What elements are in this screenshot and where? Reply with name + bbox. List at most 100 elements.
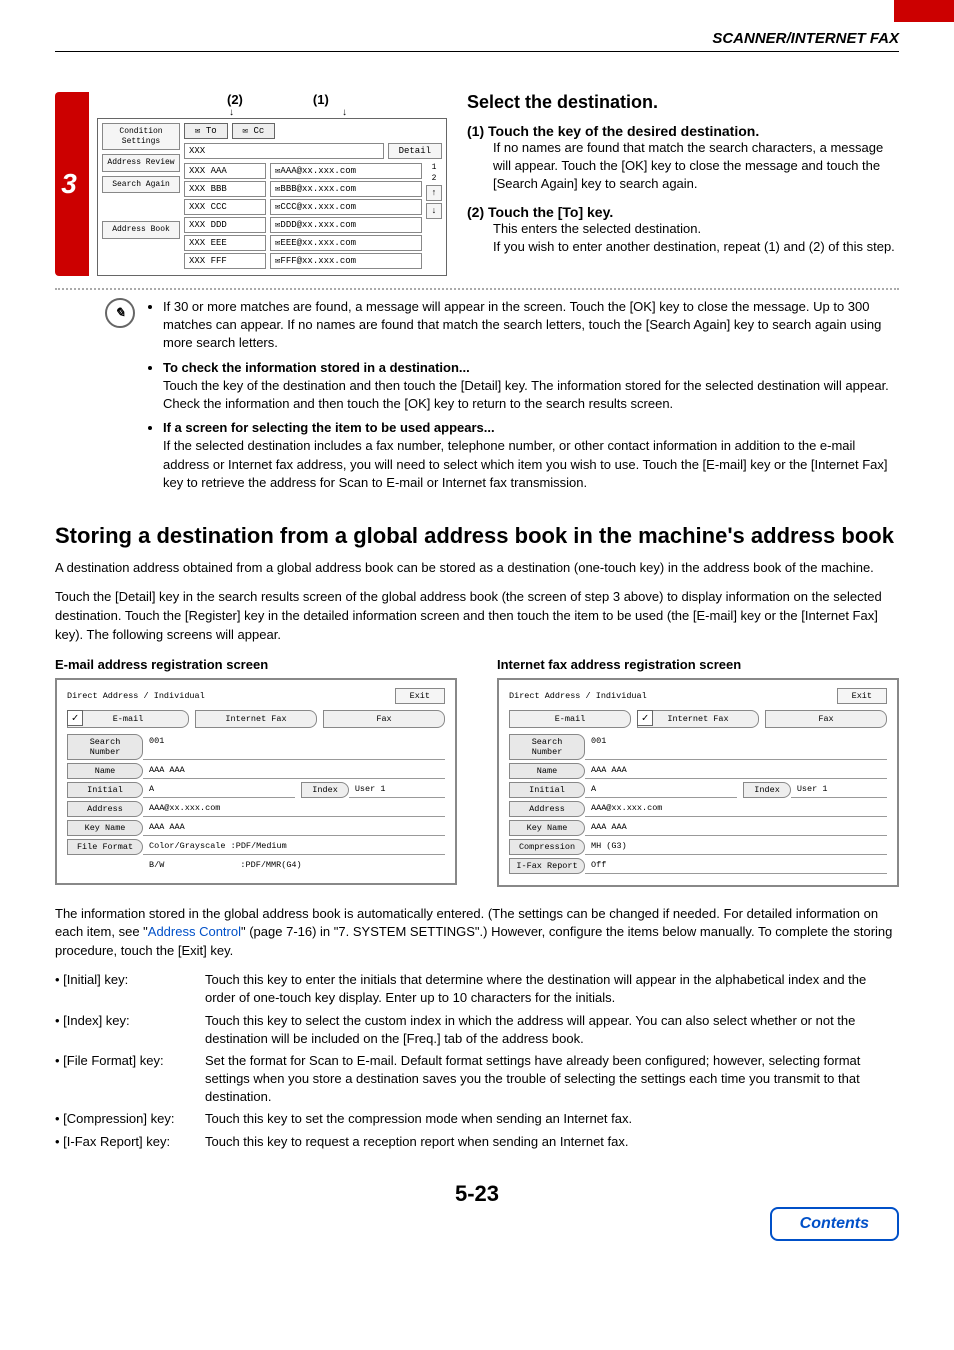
def-value: Touch this key to request a reception re… [205,1133,628,1151]
field-value: AAA AAA [143,820,445,836]
instruction-1-head: (1) Touch the key of the desired destina… [467,123,899,139]
ifax-report-button[interactable]: I-Fax Report [509,858,585,874]
list-item[interactable]: XXX EEE [184,235,266,251]
email-reg-title: E-mail address registration screen [55,657,457,672]
scroll-up-button[interactable]: ↑ [426,185,442,201]
initial-button[interactable]: Initial [67,782,143,798]
list-item[interactable]: XXX CCC [184,199,266,215]
field-value: AAA AAA [143,763,445,779]
def-key: • [Compression] key: [55,1110,205,1128]
index-button[interactable]: Index [743,782,791,798]
address-button[interactable]: Address [509,801,585,817]
ifax-tab[interactable]: ✓Internet Fax [637,710,759,728]
address-button[interactable]: Address [67,801,143,817]
list-item[interactable]: XXX BBB [184,181,266,197]
instruction-2-body2: If you wish to enter another destination… [493,238,899,256]
list-item[interactable]: XXX FFF [184,253,266,269]
field-value: A [143,782,295,798]
def-value: Touch this key to set the compression mo… [205,1110,632,1128]
address-book-button[interactable]: Address Book [102,221,180,239]
field-value: A [585,782,737,798]
exit-button[interactable]: Exit [837,688,887,704]
instruction-2-body1: This enters the selected destination. [493,220,899,238]
field-value: User 1 [791,782,887,798]
page-indicator: 1 [426,163,442,172]
callout-2: (2) [227,92,243,107]
search-number-button[interactable]: Search Number [67,734,143,760]
check-icon: ✓ [637,710,653,726]
name-button[interactable]: Name [509,763,585,779]
ifax-reg-panel: Direct Address / Individual Exit E-mail … [497,678,899,887]
def-key: • [Index] key: [55,1012,205,1048]
note-bullet: If 30 or more matches are found, a messa… [163,298,899,353]
address-review-button[interactable]: Address Review [102,154,180,172]
instruction-2-head: (2) Touch the [To] key. [467,204,899,220]
note-icon: ✎ [105,298,135,328]
field-value: Off [585,858,887,874]
list-item[interactable]: ✉CCC@xx.xxx.com [270,199,422,215]
field-value: AAA@xx.xxx.com [585,801,887,817]
field-value: AAA@xx.xxx.com [143,801,445,817]
ifax-tab[interactable]: Internet Fax [195,710,317,728]
field-value: 001 [143,734,445,760]
list-item[interactable]: XXX AAA [184,163,266,179]
instruction-1-body: If no names are found that match the sea… [493,139,899,194]
scroll-down-button[interactable]: ↓ [426,203,442,219]
address-control-link[interactable]: Address Control [148,924,241,939]
email-tab[interactable]: ✓E-mail [67,710,189,728]
field-value: 001 [585,734,887,760]
check-icon: ✓ [67,710,83,726]
contents-button[interactable]: Contents [770,1207,899,1241]
name-button[interactable]: Name [67,763,143,779]
page-indicator: 2 [426,174,442,183]
email-reg-panel: Direct Address / Individual Exit ✓E-mail… [55,678,457,885]
search-again-button[interactable]: Search Again [102,176,180,194]
initial-button[interactable]: Initial [509,782,585,798]
def-key: • [I-Fax Report] key: [55,1133,205,1151]
field-value: AAA AAA [585,763,887,779]
breadcrumb: Direct Address / Individual [67,691,205,701]
fax-tab[interactable]: Fax [765,710,887,728]
breadcrumb: Direct Address / Individual [509,691,647,701]
list-item[interactable]: ✉AAA@xx.xxx.com [270,163,422,179]
compression-button[interactable]: Compression [509,839,585,855]
keyname-button[interactable]: Key Name [67,820,143,836]
body-paragraph: A destination address obtained from a gl… [55,559,899,578]
exit-button[interactable]: Exit [395,688,445,704]
callout-1: (1) [313,92,329,107]
field-value: AAA AAA [585,820,887,836]
list-item[interactable]: ✉BBB@xx.xxx.com [270,181,422,197]
divider [55,288,899,290]
note-bullet: To check the information stored in a des… [163,359,899,414]
keyname-button[interactable]: Key Name [509,820,585,836]
note-bullet: If a screen for selecting the item to be… [163,419,899,492]
ui-screenshot: (2) (1) ↓↓ Condition Settings Address Re… [97,92,447,276]
page-header: SCANNER/INTERNET FAX [55,30,899,52]
index-button[interactable]: Index [301,782,349,798]
def-key: • [File Format] key: [55,1052,205,1107]
field-value: :PDF/MMR(G4) [234,858,445,872]
step-number: 3 [55,92,83,276]
email-tab[interactable]: E-mail [509,710,631,728]
section-heading: Storing a destination from a global addr… [55,523,899,549]
corner-accent [894,0,954,22]
fileformat-button[interactable]: File Format [67,839,143,855]
def-value: Touch this key to enter the initials tha… [205,971,899,1007]
page-number: 5-23 [455,1181,499,1206]
list-item[interactable]: ✉FFF@xx.xxx.com [270,253,422,269]
condition-settings-button[interactable]: Condition Settings [102,123,180,150]
fax-tab[interactable]: Fax [323,710,445,728]
search-input[interactable]: XXX [184,143,384,159]
search-number-button[interactable]: Search Number [509,734,585,760]
body-paragraph: The information stored in the global add… [55,905,899,962]
def-value: Touch this key to select the custom inde… [205,1012,899,1048]
list-item[interactable]: ✉EEE@xx.xxx.com [270,235,422,251]
list-item[interactable]: ✉DDD@xx.xxx.com [270,217,422,233]
def-key: • [Initial] key: [55,971,205,1007]
list-item[interactable]: XXX DDD [184,217,266,233]
cc-tab[interactable]: ✉ Cc [232,123,276,139]
to-tab[interactable]: ✉ To [184,123,228,139]
field-value: MH (G3) [585,839,887,855]
detail-button[interactable]: Detail [388,143,442,159]
field-value: B/W [143,858,234,872]
